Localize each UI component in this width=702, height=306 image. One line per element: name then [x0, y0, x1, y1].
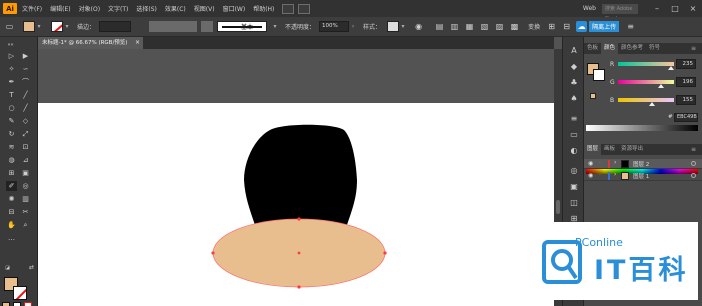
tab-swatches[interactable]: 色板 [584, 43, 601, 54]
center-point [297, 251, 301, 255]
gradient-panel-icon[interactable]: ▭ [568, 129, 580, 141]
layers-panel-tabs: 图层 画板 资源导出 ≡ [584, 144, 702, 155]
visibility-eye-icon[interactable]: ◉ [588, 160, 593, 167]
tab-color[interactable]: 颜色 [601, 43, 619, 54]
layer-color-bar [608, 160, 610, 168]
expand-arrow-icon[interactable]: › [614, 171, 616, 178]
symbols-icon[interactable]: ♠ [568, 93, 580, 105]
brushes-icon[interactable]: ♣ [568, 77, 580, 89]
channel-label: G [610, 79, 615, 86]
layer-color-bar [608, 172, 610, 180]
layer-row[interactable]: ◉ · › 图层 2 [584, 159, 702, 169]
channel-label: R [610, 61, 615, 68]
expand-arrow-icon[interactable]: › [614, 159, 616, 166]
panel-menu-icon[interactable]: ≡ [688, 43, 699, 54]
scrollbar-thumb[interactable] [556, 200, 560, 214]
tab-symbols[interactable]: 符号 [646, 43, 663, 54]
tab-asset-export[interactable]: 资源导出 [618, 144, 646, 155]
b-value-input[interactable]: 155 [676, 95, 696, 105]
hat-shape[interactable] [244, 124, 357, 228]
slider-handle[interactable] [658, 84, 664, 88]
anchor-point[interactable] [383, 251, 387, 255]
brush-name: 基本 [241, 24, 254, 31]
color-panel-tabs: 色板 颜色 颜色参考 符号 ≡ [584, 43, 702, 54]
anchor-point[interactable] [211, 251, 215, 255]
stroke-panel-icon[interactable]: ≡ [568, 113, 580, 125]
tab-artboards[interactable]: 画板 [601, 144, 618, 155]
layer-name[interactable]: 图层 2 [633, 160, 649, 168]
r-value-input[interactable]: 235 [676, 59, 696, 69]
properties-icon[interactable]: A [568, 45, 580, 57]
layer-thumbnail [621, 172, 629, 180]
hex-input[interactable]: EBC49B [674, 113, 698, 122]
slider-g[interactable]: G 196 [584, 77, 702, 91]
slider-b[interactable]: B 155 [584, 95, 702, 109]
hex-prefix: # [668, 114, 673, 120]
appearance-icon[interactable]: ◎ [568, 165, 580, 177]
anchor-point[interactable] [297, 217, 301, 221]
channel-label: B [610, 97, 615, 104]
tab-color-guide[interactable]: 颜色参考 [618, 43, 646, 54]
target-circle-icon[interactable] [691, 173, 696, 178]
target-circle-icon[interactable] [691, 161, 696, 166]
grayscale-ramp[interactable] [586, 125, 698, 131]
tab-layers[interactable]: 图层 [584, 144, 602, 155]
slider-handle[interactable] [649, 102, 655, 106]
pathfinder-icon[interactable]: ◫ [568, 197, 580, 209]
layer-thumbnail [621, 160, 629, 168]
anchor-point[interactable] [297, 285, 301, 289]
g-value-input[interactable]: 196 [676, 77, 696, 87]
lock-icon[interactable]: · [599, 172, 601, 179]
slider-handle[interactable] [668, 66, 674, 70]
lock-icon[interactable]: · [599, 160, 601, 167]
illustrator-window: Ai 文件(F) 编辑(E) 对象(O) 文字(T) 选择(S) 效果(C) 视… [0, 0, 702, 306]
visibility-eye-icon[interactable]: ◉ [588, 172, 593, 179]
graphic-styles-icon[interactable]: ▣ [568, 181, 580, 193]
layer-row[interactable]: ◉ · › 图层 1 [584, 171, 702, 181]
panel-menu-icon[interactable]: ≡ [688, 144, 699, 155]
slider-r[interactable]: R 235 [584, 59, 702, 73]
watermark-line2: IT百科 [594, 255, 689, 286]
libraries-icon[interactable]: ◆ [568, 61, 580, 73]
transparency-icon[interactable]: ◐ [568, 145, 580, 157]
layer-name[interactable]: 图层 1 [633, 172, 649, 180]
